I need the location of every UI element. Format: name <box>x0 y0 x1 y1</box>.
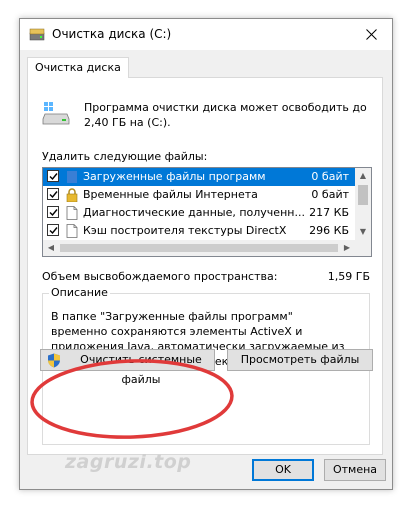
scroll-up-icon[interactable]: ▲ <box>355 168 371 184</box>
clean-system-files-button[interactable]: Очистить системные файлы <box>40 349 215 386</box>
horizontal-scroll-thumb[interactable] <box>60 244 338 252</box>
vertical-scrollbar[interactable]: ▲ ▼ <box>355 168 371 240</box>
disk-cleanup-window: Очистка диска (C:) Очистка диска Програм… <box>19 18 393 490</box>
file-icon <box>66 206 78 220</box>
clean-system-files-label: Очистить системные файлы <box>80 353 202 386</box>
description-legend: Описание <box>49 286 110 299</box>
file-size: 217 КБ <box>309 206 349 219</box>
folder-icon <box>66 170 78 184</box>
files-to-delete-label: Удалить следующие файлы: <box>42 150 208 163</box>
scroll-thumb[interactable] <box>358 185 368 205</box>
file-rows: Загруженные файлы программ 0 байт Временны… <box>43 168 355 240</box>
file-name: Диагностические данные, полученн... <box>83 206 305 219</box>
file-size: 296 КБ <box>309 224 349 237</box>
close-button[interactable] <box>352 19 392 50</box>
checkmark-icon <box>49 191 58 199</box>
title-bar[interactable]: Очистка диска (C:) <box>20 19 392 50</box>
file-size: 0 байт <box>311 170 349 183</box>
file-checkbox[interactable] <box>47 224 59 236</box>
file-list[interactable]: Загруженные файлы программ 0 байт Временны… <box>42 167 372 257</box>
tab-panel: Программа очистки диска может освободить… <box>27 77 383 455</box>
scroll-down-icon[interactable]: ▼ <box>355 224 371 240</box>
checkmark-icon <box>49 173 58 181</box>
shield-icon <box>48 353 60 368</box>
file-size: 0 байт <box>311 188 349 201</box>
checkmark-icon <box>49 227 58 235</box>
space-value: 1,59 ГБ <box>327 270 370 283</box>
tab-disk-cleanup[interactable]: Очистка диска <box>27 57 129 78</box>
file-row[interactable]: Загруженные файлы программ 0 байт <box>43 168 355 186</box>
intro-text: Программа очистки диска может освободить… <box>84 101 367 129</box>
scroll-right-icon[interactable]: ▶ <box>339 240 355 256</box>
hard-drive-icon <box>42 102 70 125</box>
file-checkbox[interactable] <box>47 206 59 218</box>
file-name: Загруженные файлы программ <box>83 170 266 183</box>
file-name: Кэш построителя текстуры DirectX <box>83 224 287 237</box>
file-icon <box>66 224 78 238</box>
watermark: zagruzi.top <box>65 451 192 473</box>
file-row[interactable]: Временные файлы Интернета 0 байт <box>43 186 355 204</box>
file-row[interactable]: Диагностические данные, полученн... 217 К… <box>43 204 355 222</box>
horizontal-scrollbar[interactable]: ◀ ▶ <box>43 240 371 256</box>
cancel-button[interactable]: Отмена <box>324 459 386 481</box>
file-checkbox[interactable] <box>47 170 59 182</box>
file-checkbox[interactable] <box>47 188 59 200</box>
scroll-left-icon[interactable]: ◀ <box>43 240 59 256</box>
view-files-button[interactable]: Просмотреть файлы <box>227 349 373 371</box>
drive-icon <box>29 28 45 41</box>
lock-icon <box>66 188 78 203</box>
close-icon <box>366 29 377 40</box>
file-row[interactable]: Кэш построителя текстуры DirectX 296 КБ <box>43 222 355 240</box>
window-title: Очистка диска (C:) <box>52 27 172 41</box>
file-name: Временные файлы Интернета <box>83 188 258 201</box>
ok-button[interactable]: OK <box>252 459 314 481</box>
space-label: Объем высвобождаемого пространства: <box>42 270 278 283</box>
checkmark-icon <box>49 209 58 217</box>
